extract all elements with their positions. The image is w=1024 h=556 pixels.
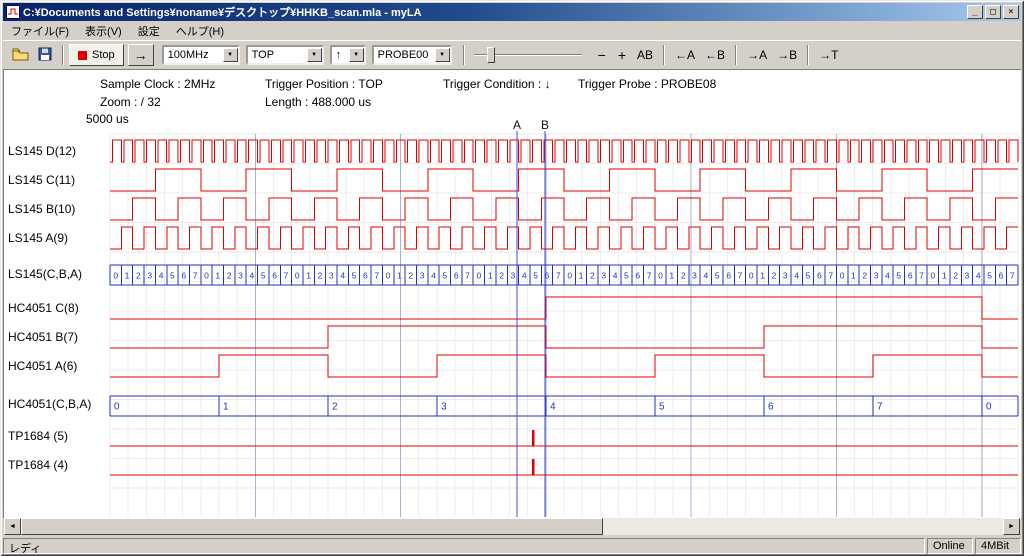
toolbar-separator <box>807 45 809 65</box>
scrollbar-track[interactable] <box>21 518 1003 535</box>
set-cursor-a-button[interactable]: →A <box>742 46 772 64</box>
toolbar-separator <box>735 45 737 65</box>
stop-icon <box>78 51 87 60</box>
status-bar: レディ Online 4MBit <box>3 537 1021 554</box>
status-memory: 4MBit <box>975 538 1021 554</box>
toolbar-separator <box>62 45 64 65</box>
set-cursor-b-button[interactable]: →B <box>772 46 802 64</box>
chevron-down-icon[interactable]: ▼ <box>223 48 238 62</box>
toolbar-separator <box>463 45 465 65</box>
zoom-in-button[interactable]: + <box>612 47 632 63</box>
chevron-down-icon[interactable]: ▼ <box>349 48 364 62</box>
scrollbar-thumb[interactable] <box>21 518 603 535</box>
trigger-position-select[interactable]: TOP ▼ <box>246 45 324 65</box>
waveform-document-area[interactable] <box>3 69 1021 518</box>
horizontal-scrollbar[interactable]: ◄ ► <box>4 518 1020 535</box>
maximize-button[interactable]: □ <box>985 5 1001 19</box>
sample-clock-value: 100MHz <box>168 49 221 61</box>
trigger-probe-select[interactable]: PROBE00 ▼ <box>372 45 452 65</box>
app-icon <box>6 5 20 19</box>
trigger-probe-value: PROBE00 <box>378 49 433 61</box>
minimize-button[interactable]: _ <box>967 5 983 19</box>
toolbar-separator <box>663 45 665 65</box>
trigger-position-value: TOP <box>252 49 305 61</box>
app-window: C:¥Documents and Settings¥noname¥デスクトップ¥… <box>0 0 1024 556</box>
stop-label: Stop <box>92 49 115 61</box>
scroll-left-button[interactable]: ◄ <box>4 518 21 535</box>
menu-help[interactable]: ヘルプ(H) <box>168 21 232 41</box>
floppy-disk-icon <box>38 47 52 64</box>
close-button[interactable]: × <box>1003 5 1019 19</box>
zoom-out-button[interactable]: − <box>592 47 612 63</box>
stop-button[interactable]: Stop <box>69 44 124 66</box>
window-title: C:¥Documents and Settings¥noname¥デスクトップ¥… <box>23 4 965 20</box>
chevron-down-icon[interactable]: ▼ <box>307 48 322 62</box>
status-message: レディ <box>3 538 925 554</box>
trigger-edge-value: ↑ <box>336 49 347 61</box>
menu-bar: ファイル(F) 表示(V) 設定 ヘルプ(H) <box>3 22 1021 40</box>
cursor-ab-button[interactable]: AB <box>632 46 658 64</box>
goto-cursor-b-button[interactable]: ←B <box>700 46 730 64</box>
menu-settings[interactable]: 設定 <box>130 21 168 41</box>
zoom-slider[interactable] <box>474 45 582 65</box>
trigger-edge-select[interactable]: ↑ ▼ <box>330 45 366 65</box>
sample-clock-select[interactable]: 100MHz ▼ <box>162 45 240 65</box>
open-folder-icon <box>12 47 30 64</box>
scroll-right-button[interactable]: ► <box>1003 518 1020 535</box>
status-online: Online <box>927 538 973 554</box>
title-bar: C:¥Documents and Settings¥noname¥デスクトップ¥… <box>3 3 1021 21</box>
menu-view[interactable]: 表示(V) <box>77 21 130 41</box>
menu-file[interactable]: ファイル(F) <box>3 21 77 41</box>
save-file-button[interactable] <box>33 44 57 66</box>
toolbar: Stop → 100MHz ▼ TOP ▼ ↑ ▼ PROBE00 ▼ − + … <box>3 40 1021 69</box>
goto-trigger-button[interactable]: →T <box>814 46 843 64</box>
run-button[interactable]: → <box>128 44 154 66</box>
slider-thumb[interactable] <box>487 47 495 63</box>
chevron-down-icon[interactable]: ▼ <box>435 48 450 62</box>
goto-cursor-a-button[interactable]: ←A <box>670 46 700 64</box>
open-file-button[interactable] <box>9 44 33 66</box>
